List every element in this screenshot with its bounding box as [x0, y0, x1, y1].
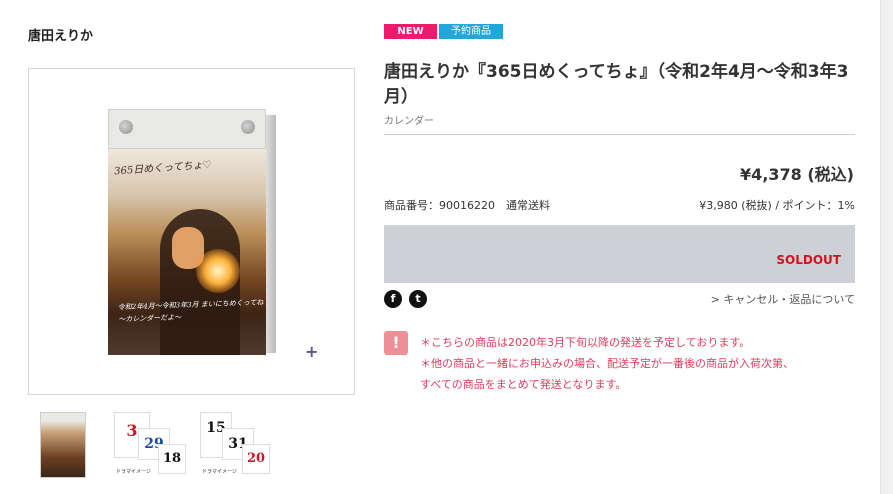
thumbnail-3[interactable]: 15 31 20 ドラマイメージ [200, 412, 270, 478]
thumb3-page-c: 20 [242, 444, 270, 474]
thumbnail-2[interactable]: 3 29 18 ドラマイメージ [114, 412, 186, 478]
new-badge: NEW [384, 24, 437, 39]
soldout-button[interactable]: SOLDOUT [384, 225, 855, 283]
notice-line: ＊他の商品と一緒にお申込みの場合、配送予定が一番後の商品が入荷次第、 [420, 357, 794, 370]
thumb2-page-c: 18 [158, 444, 186, 474]
artist-name[interactable]: 唐田えりか [28, 25, 93, 44]
product-code: 商品番号：90016220 通常送料 [384, 199, 550, 212]
price-tax-excluded: ¥3,980 (税抜) / ポイント：1% [699, 199, 855, 212]
thumb3-caption: ドラマイメージ [202, 469, 237, 475]
zoom-plus-icon[interactable]: + [305, 342, 318, 361]
product-title: 唐田えりか『365日めくってちょ』（令和2年4月～令和3年3月） [384, 62, 849, 107]
ring-left [119, 120, 133, 134]
cover-light-flare [196, 249, 240, 293]
product-category[interactable]: カレンダー [384, 112, 434, 127]
notice-line: すべての商品をまとめて発送となります。 [420, 378, 627, 391]
thumb2-caption: ドラマイメージ [116, 469, 151, 475]
price-tax-included: ¥4,378 (税込) [740, 165, 854, 184]
thumbnail-1[interactable] [40, 412, 86, 478]
cover-caption: 令和2年4月〜令和3年3月 まいにちめくってね 〜カレンダーだよ〜 [117, 298, 264, 324]
calendar-cover-photo: 365日めくってちょ♡ 令和2年4月〜令和3年3月 まいにちめくってね 〜カレン… [108, 149, 266, 355]
main-product-image[interactable]: 365日めくってちょ♡ 令和2年4月〜令和3年3月 まいにちめくってね 〜カレン… [28, 68, 355, 395]
cover-title: 365日めくってちょ♡ [113, 159, 212, 178]
ring-right [241, 120, 255, 134]
preorder-badge: 予約商品 [439, 24, 503, 39]
cancel-return-link[interactable]: > キャンセル・返品について [711, 291, 855, 307]
twitter-icon[interactable]: t [409, 290, 427, 308]
facebook-icon[interactable]: f [384, 290, 402, 308]
exclamation-icon: ! [384, 331, 408, 355]
soldout-label: SOLDOUT [776, 253, 841, 267]
calendar-top-bar [108, 109, 266, 149]
calendar-illustration: 365日めくってちょ♡ 令和2年4月〜令和3年3月 まいにちめくってね 〜カレン… [108, 109, 276, 357]
shipping-notice: ＊こちらの商品は2020年3月下旬以降の発送を予定しております。 ＊他の商品と一… [420, 332, 794, 395]
calendar-side [266, 115, 276, 353]
title-divider [384, 134, 855, 135]
notice-line: ＊こちらの商品は2020年3月下旬以降の発送を予定しております。 [420, 336, 751, 349]
badge-row: NEW 予約商品 [384, 24, 503, 39]
page-scrollbar[interactable] [880, 0, 893, 494]
